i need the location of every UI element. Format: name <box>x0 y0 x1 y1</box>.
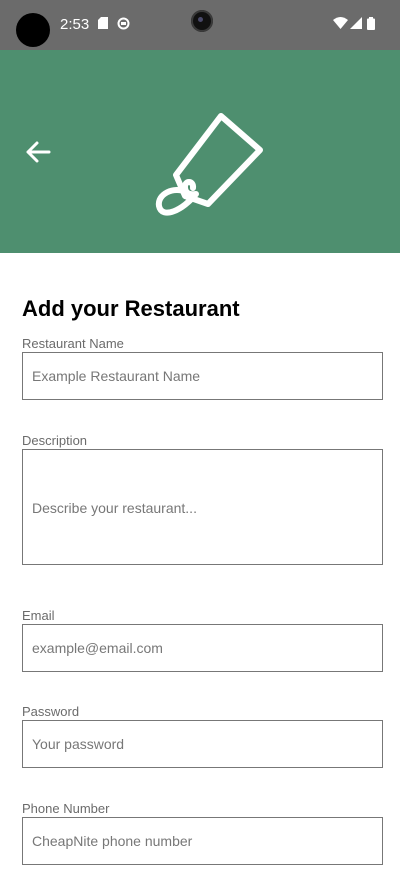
email-label: Email <box>22 608 55 623</box>
battery-icon <box>367 17 375 30</box>
back-button[interactable] <box>20 135 56 169</box>
wifi-icon <box>333 17 348 29</box>
camera-hole <box>16 13 50 47</box>
restaurant-name-input[interactable] <box>22 352 383 400</box>
price-tag-icon <box>155 113 263 216</box>
cellular-signal-icon <box>350 17 362 29</box>
sd-card-icon <box>98 17 108 29</box>
phone-number-label: Phone Number <box>22 801 110 816</box>
header-banner <box>0 50 400 253</box>
sync-icon <box>117 17 130 30</box>
password-label: Password <box>22 704 80 719</box>
password-input[interactable] <box>22 720 383 768</box>
page-title: Add your Restaurant <box>22 296 240 321</box>
description-input[interactable] <box>22 449 383 565</box>
status-bar: 2:53 <box>0 0 400 50</box>
front-camera <box>191 10 213 32</box>
description-label: Description <box>22 433 88 448</box>
status-time: 2:53 <box>60 16 90 33</box>
phone-number-input[interactable] <box>22 817 383 865</box>
email-input[interactable] <box>22 624 383 672</box>
arrow-left-icon <box>26 141 51 163</box>
restaurant-name-label: Restaurant Name <box>22 336 124 351</box>
